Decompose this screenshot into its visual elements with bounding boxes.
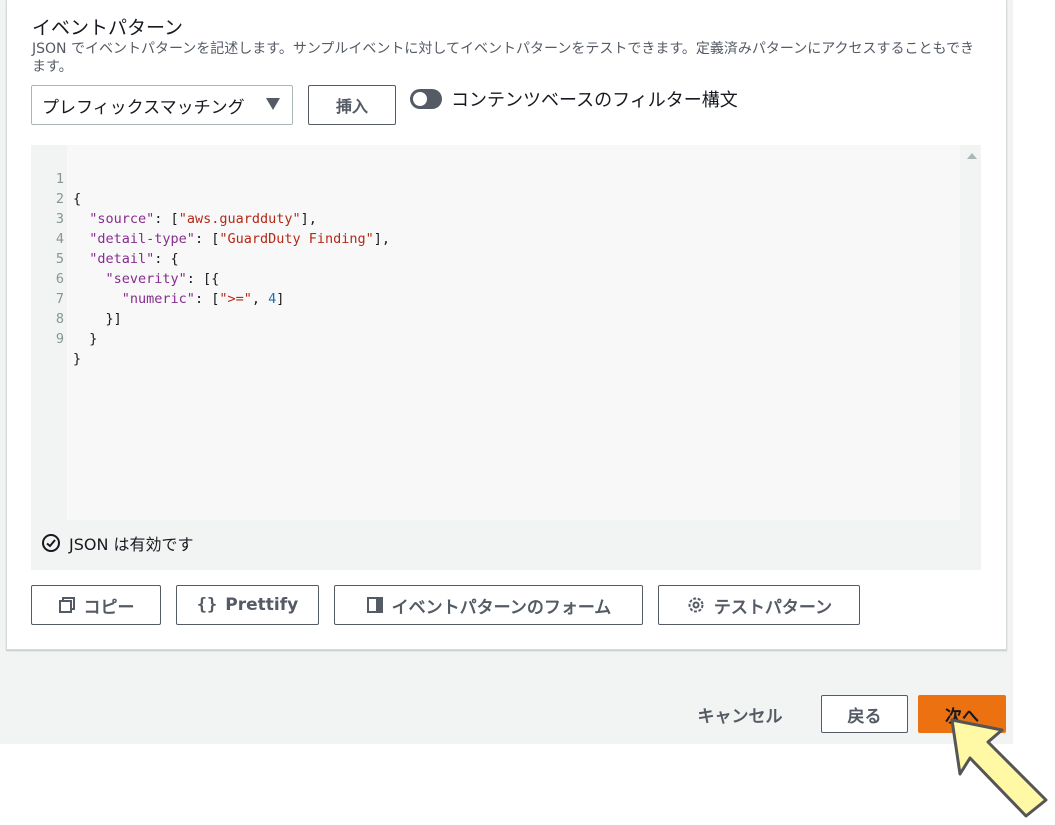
code-line: 4 "detail": {: [31, 209, 961, 267]
code-text: }: [73, 331, 98, 347]
caret-down-icon: [266, 98, 280, 110]
check-circle-icon: [42, 534, 60, 552]
code-line: 8 }: [31, 289, 961, 347]
code-line: 9 }: [31, 309, 961, 367]
editor-scrollbar[interactable]: [960, 145, 981, 520]
test-pattern-button[interactable]: テストパターン: [658, 585, 860, 625]
content-filter-toggle[interactable]: [410, 89, 442, 109]
code-line: 3 "detail-type": ["GuardDuty Finding"],: [31, 189, 961, 247]
code-line: 2 "source": ["aws.guardduty"],: [31, 169, 961, 227]
section-title: イベントパターン: [32, 17, 184, 39]
form-label: イベントパターンのフォーム: [391, 597, 612, 618]
insert-button[interactable]: 挿入: [308, 85, 396, 125]
gear-icon: [688, 597, 704, 613]
test-label: テストパターン: [713, 597, 833, 618]
section-description: JSON でイベントパターンを記述します。サンプルイベントに対してイベントパター…: [32, 41, 974, 75]
prettify-button[interactable]: {} Prettify: [176, 585, 319, 625]
json-editor: 1 { 2 "source": ["aws.guardduty"], 3 "de…: [31, 145, 981, 570]
copy-icon: [58, 597, 75, 613]
match-type-select[interactable]: プレフィックスマッチング: [31, 85, 293, 125]
pointer-arrow-icon: [950, 718, 1048, 818]
back-button[interactable]: 戻る: [821, 695, 908, 733]
event-pattern-form-button[interactable]: イベントパターンのフォーム: [334, 585, 643, 625]
json-validity-status: JSON は有効です: [41, 531, 194, 555]
copy-button[interactable]: コピー: [31, 585, 161, 625]
validity-text: JSON は有効です: [69, 535, 194, 554]
line-number: 9: [55, 331, 64, 347]
scroll-up-arrow-icon[interactable]: [967, 153, 977, 159]
braces-icon: {}: [196, 595, 218, 615]
cancel-button[interactable]: キャンセル: [680, 695, 800, 733]
code-line: 7 }]: [31, 269, 961, 327]
toggle-knob: [413, 92, 427, 106]
code-line: 5 "severity": [{: [31, 229, 961, 287]
code-text: }: [73, 351, 82, 367]
copy-label: コピー: [83, 597, 135, 618]
content-filter-toggle-label: コンテンツベースのフィルター構文: [451, 90, 738, 111]
code-line: 1 {: [31, 149, 961, 207]
split-panel-icon: [366, 597, 383, 613]
match-type-value: プレフィックスマッチング: [42, 97, 245, 118]
code-line: 6 "numeric": [">=", 4]: [31, 249, 961, 307]
prettify-label: Prettify: [225, 595, 299, 615]
